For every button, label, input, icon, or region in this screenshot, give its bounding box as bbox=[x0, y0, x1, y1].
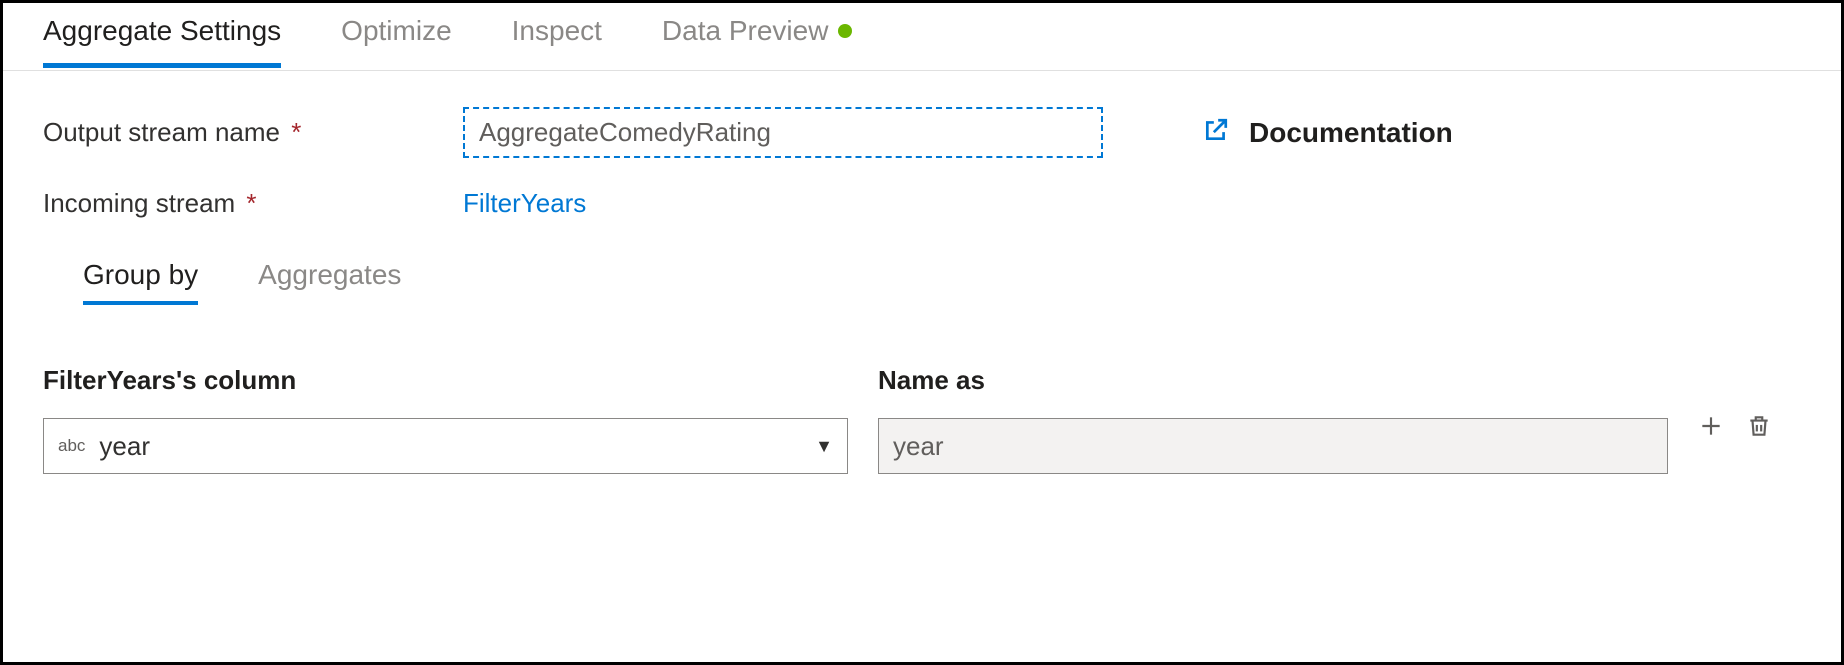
name-as-group: Name as bbox=[878, 365, 1668, 474]
incoming-stream-row: Incoming stream * FilterYears bbox=[43, 188, 1801, 219]
source-column-group: FilterYears's column abc year ▼ bbox=[43, 365, 848, 474]
subtab-group-by[interactable]: Group by bbox=[83, 259, 198, 305]
incoming-stream-label: Incoming stream * bbox=[43, 188, 463, 219]
documentation-link[interactable]: Documentation bbox=[1203, 117, 1453, 149]
row-actions bbox=[1698, 413, 1772, 439]
name-as-header: Name as bbox=[878, 365, 1668, 396]
incoming-stream-value[interactable]: FilterYears bbox=[463, 188, 586, 219]
tab-optimize[interactable]: Optimize bbox=[341, 15, 451, 68]
tab-data-preview-label: Data Preview bbox=[662, 15, 829, 47]
subtab-aggregates[interactable]: Aggregates bbox=[258, 259, 401, 305]
add-row-button[interactable] bbox=[1698, 413, 1724, 439]
required-asterisk-icon: * bbox=[246, 188, 256, 218]
required-asterisk-icon: * bbox=[291, 117, 301, 147]
tab-inspect[interactable]: Inspect bbox=[512, 15, 602, 68]
documentation-label: Documentation bbox=[1249, 117, 1453, 149]
output-stream-input[interactable] bbox=[463, 107, 1103, 158]
group-by-columns: FilterYears's column abc year ▼ Name as bbox=[43, 365, 1801, 474]
output-stream-label: Output stream name * bbox=[43, 117, 463, 148]
main-tabs: Aggregate Settings Optimize Inspect Data… bbox=[3, 3, 1841, 71]
name-as-input[interactable] bbox=[878, 418, 1668, 474]
source-column-header: FilterYears's column bbox=[43, 365, 848, 396]
incoming-stream-label-text: Incoming stream bbox=[43, 188, 235, 218]
source-column-dropdown[interactable]: abc year ▼ bbox=[43, 418, 848, 474]
external-link-icon bbox=[1203, 117, 1229, 148]
tab-aggregate-settings[interactable]: Aggregate Settings bbox=[43, 15, 281, 68]
output-stream-row: Output stream name * Documentation bbox=[43, 107, 1801, 158]
status-indicator-icon bbox=[838, 24, 852, 38]
tab-data-preview[interactable]: Data Preview bbox=[662, 15, 853, 68]
type-badge: abc bbox=[58, 436, 85, 456]
source-column-value: year bbox=[99, 431, 815, 462]
output-stream-label-text: Output stream name bbox=[43, 117, 280, 147]
delete-row-button[interactable] bbox=[1746, 413, 1772, 439]
content-area: Output stream name * Documentation Incom… bbox=[3, 71, 1841, 510]
sub-tabs: Group by Aggregates bbox=[83, 259, 1801, 305]
chevron-down-icon: ▼ bbox=[815, 436, 833, 457]
